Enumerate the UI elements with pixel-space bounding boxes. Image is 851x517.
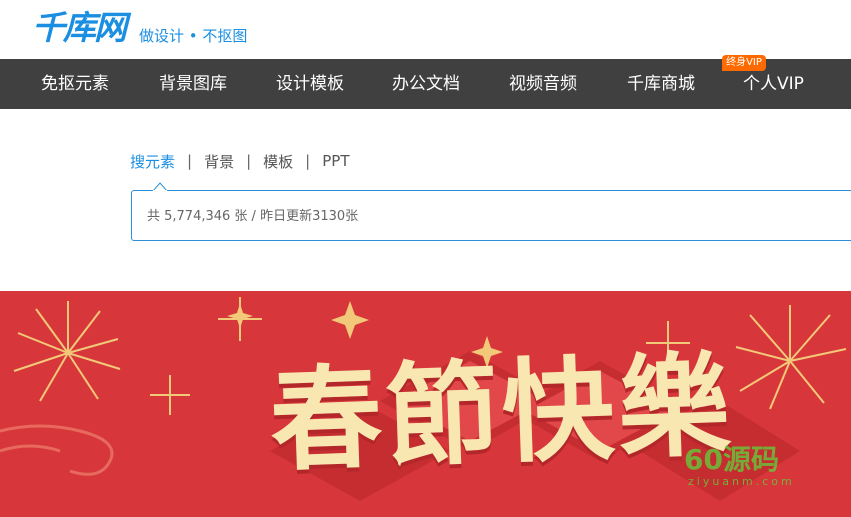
tab-separator: | [305,152,311,170]
firework-left-icon [13,301,121,402]
nav-item-video-audio[interactable]: 视频音频 [509,59,577,109]
site-header: 千库网 做设计 • 不抠图 [0,0,851,59]
nav-item-backgrounds[interactable]: 背景图库 [159,59,227,109]
watermark-sub: ziyuanm.com [688,475,795,488]
site-logo[interactable]: 千库网 做设计 • 不抠图 [32,8,247,48]
firework-right-icon [735,305,847,410]
logo-tagline: 做设计 • 不抠图 [139,27,248,45]
site-watermark: 60源码 ziyuanm.com [684,443,795,489]
nav-item-store[interactable]: 千库商城 [627,59,695,109]
watermark-main: 60源码 [684,443,779,476]
search-input[interactable] [147,205,837,227]
nav-item-design-templates[interactable]: 设计模板 [276,59,344,109]
tab-elements[interactable]: 搜元素 [130,151,175,172]
search-type-tabs: 搜元素 | 背景 | 模板 | PPT [130,150,350,172]
search-caret-icon [153,182,167,191]
nav-item-free-elements[interactable]: 免抠元素 [41,59,109,109]
tab-separator: | [246,152,252,170]
tab-backgrounds[interactable]: 背景 [204,151,234,172]
lifetime-vip-badge[interactable]: 终身VIP [722,55,766,71]
tab-templates[interactable]: 模板 [263,151,293,172]
tab-separator: | [187,152,193,170]
logo-text[interactable]: 千库网 [32,8,127,48]
nav-item-office-docs[interactable]: 办公文档 [392,59,460,109]
banner-title: 春節快樂 [267,339,737,488]
tab-ppt[interactable]: PPT [322,152,349,170]
search-box [131,190,851,241]
